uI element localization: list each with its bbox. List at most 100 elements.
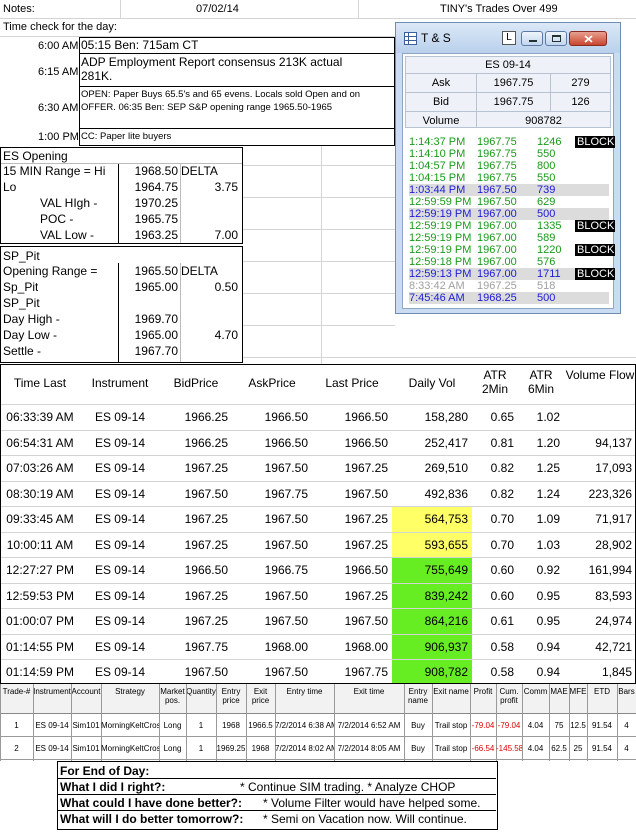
- trades-column-header[interactable]: Exit name: [432, 687, 470, 713]
- trades-cell[interactable]: 1: [0, 721, 33, 730]
- trades-cell[interactable]: 1966.5: [246, 721, 275, 730]
- maximize-button[interactable]: [545, 31, 567, 46]
- trades-cell[interactable]: 7/2/2014 8:05 AM: [334, 744, 404, 753]
- time-check-time: 1:00 PM: [38, 131, 78, 143]
- summary-answer[interactable]: * Semi on Vacation now. Will continue.: [263, 812, 467, 826]
- trades-cell[interactable]: 25: [569, 744, 587, 753]
- ts-trade-row[interactable]: 12:59:19 PM 1967.00 500: [409, 208, 609, 220]
- ts-trade-row[interactable]: 8:33:42 AM 1967.25 518: [409, 280, 609, 292]
- trades-cell[interactable]: Long: [159, 744, 186, 753]
- ts-trade-row[interactable]: 12:59:19 PM 1967.00 1220 BLOCK: [409, 244, 615, 256]
- ts-trade-price: 1967.00: [477, 208, 517, 220]
- ts-trade-time: 12:59:59 PM: [409, 196, 472, 208]
- trades-row-line: [0, 736, 636, 737]
- ts-trade-time: 12:59:19 PM: [409, 220, 472, 232]
- trades-column-header[interactable]: Entry price: [216, 687, 246, 713]
- ts-trade-price: 1967.00: [477, 232, 517, 244]
- summary-answer[interactable]: * Volume Filter would have helped some.: [263, 796, 480, 810]
- trades-cell[interactable]: 4.04: [522, 744, 549, 753]
- trades-column-header[interactable]: MAE: [549, 687, 569, 713]
- ts-trade-row[interactable]: 1:03:44 PM 1967.50 739: [409, 184, 609, 196]
- trades-cell[interactable]: Sim101: [71, 744, 101, 753]
- ts-trade-time: 12:59:19 PM: [409, 208, 472, 220]
- trades-cell[interactable]: Buy: [404, 721, 432, 730]
- trades-cell[interactable]: 4: [617, 721, 636, 730]
- ts-trade-row[interactable]: 1:04:57 PM 1967.75 800: [409, 160, 609, 172]
- ts-trade-time: 12:59:18 PM: [409, 256, 472, 268]
- ts-instrument[interactable]: ES 09-14: [406, 59, 610, 71]
- trades-cell[interactable]: 75: [549, 721, 569, 730]
- ts-trade-row[interactable]: 12:59:18 PM 1967.00 576: [409, 256, 609, 268]
- trades-column-header[interactable]: Bars: [617, 687, 636, 713]
- ts-trade-row[interactable]: 1:14:10 PM 1967.75 550: [409, 148, 609, 160]
- ts-block-badge: BLOCK: [575, 220, 615, 232]
- trades-column-header[interactable]: Quantity: [186, 687, 216, 713]
- trades-cell[interactable]: Long: [159, 721, 186, 730]
- summary-title: For End of Day:: [60, 764, 150, 778]
- notes-label: Notes:: [3, 3, 35, 15]
- trades-column-header[interactable]: ETD: [587, 687, 617, 713]
- date-cell[interactable]: 07/02/14: [196, 3, 239, 15]
- trades-cell[interactable]: ES 09-14: [33, 721, 71, 730]
- trades-cell[interactable]: 4: [617, 744, 636, 753]
- ts-trade-time: 1:04:15 PM: [409, 172, 466, 184]
- trades-cell[interactable]: ES 09-14: [33, 744, 71, 753]
- trades-column-header[interactable]: Strategy: [101, 687, 159, 713]
- trades-column-header[interactable]: Exit time: [334, 687, 404, 713]
- trades-cell[interactable]: 91.54: [587, 721, 617, 730]
- time-and-sales-window[interactable]: T & S L ES 09-14 Ask 1967.75 279 Bid 196…: [395, 22, 621, 314]
- ts-block-badge: BLOCK: [575, 244, 615, 256]
- maximize-icon: [552, 35, 561, 42]
- trades-cell[interactable]: 12.5: [569, 721, 587, 730]
- trades-cell[interactable]: 1968: [216, 721, 246, 730]
- trades-cell[interactable]: -145.58: [496, 744, 522, 753]
- ts-trade-row[interactable]: 1:14:37 PM 1967.75 1246 BLOCK: [409, 136, 615, 148]
- ts-trade-row[interactable]: 1:04:15 PM 1967.75 550: [409, 172, 609, 184]
- ts-volume: 908782: [525, 115, 562, 127]
- ts-trade-list[interactable]: 1:14:37 PM 1967.75 1246 BLOCK 1:14:10 PM 1967…: [405, 136, 615, 306]
- trades-cell[interactable]: -66.54: [470, 744, 496, 753]
- trades-column-header[interactable]: Entry name: [404, 687, 432, 713]
- trades-column-header[interactable]: Market pos.: [159, 687, 186, 713]
- trades-column-header[interactable]: Instrument: [33, 687, 71, 713]
- trades-cell[interactable]: 1: [186, 744, 216, 753]
- minimize-button[interactable]: [521, 31, 543, 46]
- trades-column-header[interactable]: Profit: [470, 687, 496, 713]
- trades-cell[interactable]: 7/2/2014 6:38 AM: [275, 721, 334, 730]
- trades-cell[interactable]: Trail stop: [432, 721, 470, 730]
- trades-column-header[interactable]: Trade-#: [0, 687, 33, 713]
- ts-title-bar[interactable]: T & S L: [396, 23, 620, 53]
- ts-trade-row[interactable]: 7:45:46 AM 1968.25 500: [409, 292, 609, 304]
- summary-box: For End of Day: What I did I right?: * C…: [57, 761, 498, 830]
- trades-cell[interactable]: 1969.25: [216, 744, 246, 753]
- trades-cell[interactable]: Sim101: [71, 721, 101, 730]
- trades-column-header[interactable]: Comm: [522, 687, 549, 713]
- trades-cell[interactable]: MorningKeltCross: [101, 721, 159, 730]
- ts-trade-row[interactable]: 12:59:13 PM 1967.00 1711 BLOCK: [409, 268, 615, 280]
- trades-cell[interactable]: -79.04: [496, 721, 522, 730]
- trades-cell[interactable]: 2: [0, 744, 33, 753]
- trades-cell[interactable]: Trail stop: [432, 744, 470, 753]
- trades-column-header[interactable]: Account: [71, 687, 101, 713]
- trades-cell[interactable]: 1: [186, 721, 216, 730]
- ts-trade-row[interactable]: 12:59:19 PM 1967.00 589: [409, 232, 609, 244]
- close-button[interactable]: [569, 31, 607, 46]
- trades-cell[interactable]: 7/2/2014 8:02 AM: [275, 744, 334, 753]
- trades-column-header[interactable]: MFE: [569, 687, 587, 713]
- ts-trade-row[interactable]: 12:59:19 PM 1967.00 1335 BLOCK: [409, 220, 615, 232]
- ts-volume-label: Volume: [422, 115, 460, 127]
- summary-answer[interactable]: * Continue SIM trading. * Analyze CHOP: [240, 780, 455, 794]
- trades-cell[interactable]: 62.5: [549, 744, 569, 753]
- trades-cell[interactable]: Buy: [404, 744, 432, 753]
- trades-column-header[interactable]: Entry time: [275, 687, 334, 713]
- ts-trade-row[interactable]: 12:59:59 PM 1967.50 629: [409, 196, 609, 208]
- ts-link-button[interactable]: L: [502, 31, 516, 45]
- trades-cell[interactable]: -79.04: [470, 721, 496, 730]
- trades-cell[interactable]: 4.04: [522, 721, 549, 730]
- trades-column-header[interactable]: Cum. profit: [496, 687, 522, 713]
- trades-cell[interactable]: 91.54: [587, 744, 617, 753]
- trades-column-header[interactable]: Exit price: [246, 687, 275, 713]
- trades-cell[interactable]: MorningKeltCross: [101, 744, 159, 753]
- trades-cell[interactable]: 7/2/2014 6:52 AM: [334, 721, 404, 730]
- trades-cell[interactable]: 1968: [246, 744, 275, 753]
